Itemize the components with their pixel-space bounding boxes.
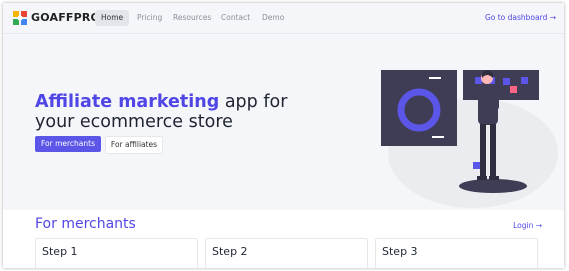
- browser-frame: GOAFFPRO Home Pricing Resources Contact …: [3, 3, 564, 268]
- top-nav: GOAFFPRO Home Pricing Resources Contact …: [3, 3, 564, 34]
- headline-highlight: Affiliate marketing: [35, 92, 220, 112]
- step-label: Step 3: [382, 245, 418, 258]
- step-card-3: Step 3: [375, 238, 538, 268]
- go-to-dashboard-link[interactable]: Go to dashboard →: [485, 10, 556, 26]
- nav-home[interactable]: Home: [95, 10, 130, 26]
- nav-contact[interactable]: Contact: [215, 10, 256, 26]
- nav-resources[interactable]: Resources: [167, 10, 217, 26]
- for-merchants-button[interactable]: For merchants: [35, 136, 101, 152]
- brand-name[interactable]: GOAFFPRO: [31, 11, 100, 24]
- step-card-1: Step 1: [35, 238, 198, 268]
- nav-demo[interactable]: Demo: [256, 10, 290, 26]
- headline-text-1: app for: [219, 92, 288, 112]
- login-link[interactable]: Login →: [513, 221, 542, 230]
- step-label: Step 1: [42, 245, 78, 258]
- step-label: Step 2: [212, 245, 248, 258]
- hero-headline: Affiliate marketing app for your ecommer…: [35, 92, 335, 132]
- step-card-2: Step 2: [205, 238, 368, 268]
- for-merchants-heading: For merchants: [35, 216, 136, 232]
- for-affiliates-button[interactable]: For affiliates: [105, 136, 163, 154]
- hero-section: Affiliate marketing app for your ecommer…: [3, 34, 564, 210]
- goaffpro-logo-icon[interactable]: [13, 11, 27, 25]
- nav-pricing[interactable]: Pricing: [131, 10, 168, 26]
- headline-text-2: your ecommerce store: [35, 112, 233, 132]
- hero-illustration: [381, 70, 558, 208]
